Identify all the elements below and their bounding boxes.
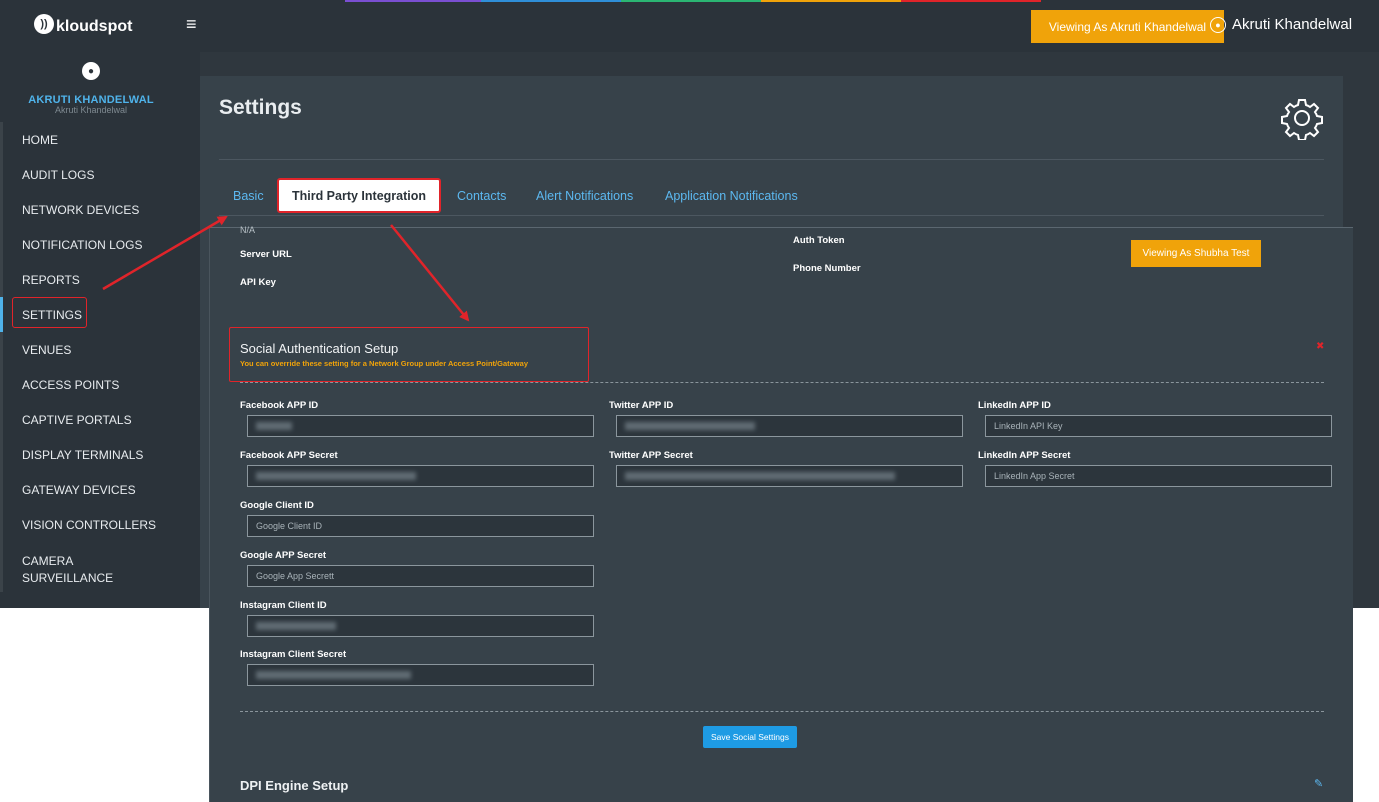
header-stripe bbox=[481, 0, 621, 2]
header-stripe bbox=[345, 0, 481, 2]
server-url-label: Server URL bbox=[240, 249, 292, 260]
facebook-app-id-label: Facebook APP ID bbox=[240, 400, 319, 411]
sidebar-item-venues[interactable]: VENUES bbox=[22, 343, 71, 357]
sidebar-user-sub: Akruti Khandelwal bbox=[54, 105, 128, 115]
gear-icon[interactable] bbox=[1280, 96, 1324, 140]
logo-text: kloudspot bbox=[56, 18, 133, 35]
save-social-settings-button[interactable]: Save Social Settings bbox=[703, 726, 797, 748]
tab-application-notifications[interactable]: Application Notifications bbox=[665, 189, 798, 203]
twitter-app-id-input[interactable] bbox=[616, 415, 963, 437]
instagram-client-secret-input[interactable] bbox=[247, 664, 594, 686]
google-app-secret-input[interactable]: Google App Secrett bbox=[247, 565, 594, 587]
na-value: N/A bbox=[240, 225, 256, 235]
facebook-app-secret-input[interactable] bbox=[247, 465, 594, 487]
wifi-icon: )) bbox=[34, 14, 54, 34]
sidebar-item-captive-portals[interactable]: CAPTIVE PORTALS bbox=[22, 413, 132, 427]
google-client-id-label: Google Client ID bbox=[240, 500, 314, 511]
sidebar-item-display-terminals[interactable]: DISPLAY TERMINALS bbox=[22, 448, 143, 462]
sidebar: ● AKRUTI KHANDELWAL Akruti Khandelwal HO… bbox=[0, 52, 200, 608]
linkedin-app-secret-input[interactable]: LinkedIn App Secret bbox=[985, 465, 1332, 487]
api-key-label: API Key bbox=[240, 277, 276, 288]
twitter-app-secret-label: Twitter APP Secret bbox=[609, 450, 693, 461]
google-app-secret-label: Google APP Secret bbox=[240, 550, 327, 561]
page-title: Settings bbox=[219, 96, 302, 119]
phone-number-label: Phone Number bbox=[793, 263, 861, 274]
dpi-engine-title: DPI Engine Setup bbox=[240, 778, 349, 793]
sidebar-item-settings[interactable]: SETTINGS bbox=[22, 308, 82, 322]
sidebar-item-network-devices[interactable]: NETWORK DEVICES bbox=[22, 203, 139, 217]
tab-contacts[interactable]: Contacts bbox=[457, 189, 506, 203]
twitter-app-id-label: Twitter APP ID bbox=[609, 400, 674, 411]
sidebar-item-audit-logs[interactable]: AUDIT LOGS bbox=[22, 168, 94, 182]
sidebar-item-access-points[interactable]: ACCESS POINTS bbox=[22, 378, 119, 392]
twitter-app-secret-input[interactable] bbox=[616, 465, 963, 487]
user-menu[interactable]: ● Akruti Khandelwal bbox=[1210, 16, 1352, 33]
instagram-client-secret-label: Instagram Client Secret bbox=[240, 649, 347, 660]
google-client-id-input[interactable]: Google Client ID bbox=[247, 515, 594, 537]
linkedin-app-secret-label: LinkedIn APP Secret bbox=[978, 450, 1071, 461]
viewing-as-test-button[interactable]: Viewing As Shubha Test bbox=[1131, 240, 1261, 267]
active-nav-indicator bbox=[0, 297, 3, 332]
social-auth-title: Social Authentication Setup bbox=[240, 341, 399, 356]
title-divider bbox=[219, 159, 1324, 160]
header-stripe bbox=[901, 0, 1041, 2]
header-stripe bbox=[621, 0, 761, 2]
header-stripe bbox=[761, 0, 901, 2]
edit-pencil-icon[interactable]: ✎ bbox=[1314, 777, 1323, 790]
user-icon: ● bbox=[1210, 16, 1226, 33]
sidebar-item-reports[interactable]: REPORTS bbox=[22, 273, 80, 287]
avatar-icon: ● bbox=[82, 62, 100, 80]
tab-third-party-integration[interactable]: Third Party Integration bbox=[277, 178, 441, 213]
facebook-app-id-input[interactable] bbox=[247, 415, 594, 437]
linkedin-app-id-label: LinkedIn APP ID bbox=[978, 400, 1051, 411]
section-divider bbox=[240, 382, 1324, 383]
viewing-as-button[interactable]: Viewing As Akruti Khandelwal bbox=[1031, 10, 1224, 43]
instagram-client-id-label: Instagram Client ID bbox=[240, 600, 327, 611]
auth-token-label: Auth Token bbox=[793, 235, 845, 246]
sidebar-item-camera-surveillance[interactable]: CAMERA SURVEILLANCE bbox=[22, 553, 113, 587]
section-divider bbox=[240, 711, 1324, 712]
close-icon[interactable]: ✖ bbox=[1316, 341, 1324, 352]
tabs-divider bbox=[219, 215, 1324, 216]
sidebar-item-gateway-devices[interactable]: GATEWAY DEVICES bbox=[22, 483, 136, 497]
kloudspot-logo[interactable]: )) kloudspot bbox=[34, 12, 132, 36]
sidebar-rail bbox=[0, 122, 3, 592]
linkedin-app-id-input[interactable]: LinkedIn API Key bbox=[985, 415, 1332, 437]
tab-alert-notifications[interactable]: Alert Notifications bbox=[536, 189, 633, 203]
sidebar-item-notification-logs[interactable]: NOTIFICATION LOGS bbox=[22, 238, 142, 252]
tab-basic[interactable]: Basic bbox=[233, 189, 264, 203]
sidebar-item-vision-controllers[interactable]: VISION CONTROLLERS bbox=[22, 518, 156, 532]
instagram-client-id-input[interactable] bbox=[247, 615, 594, 637]
hamburger-menu-icon[interactable]: ≡ bbox=[186, 14, 197, 35]
social-auth-subtitle: You can override these setting for a Net… bbox=[240, 359, 528, 368]
facebook-app-secret-label: Facebook APP Secret bbox=[240, 450, 338, 461]
user-name: Akruti Khandelwal bbox=[1232, 16, 1353, 33]
sidebar-item-home[interactable]: HOME bbox=[22, 133, 58, 147]
panel-top-edge bbox=[210, 227, 1353, 228]
